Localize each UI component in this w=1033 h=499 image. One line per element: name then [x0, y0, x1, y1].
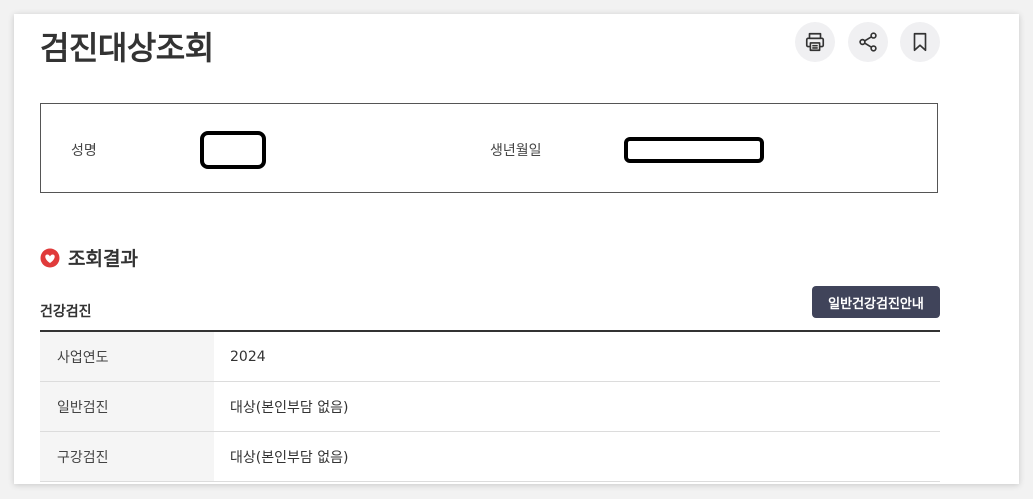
row-value-business-year: 2024 [230, 348, 266, 365]
table-row: 일반검진 대상(본인부담 없음) [40, 382, 940, 432]
row-header-general-checkup: 일반검진 [40, 382, 214, 431]
heart-badge-icon [40, 248, 60, 267]
name-value-redacted [200, 131, 266, 169]
result-table: 사업연도 2024 일반검진 대상(본인부담 없음) 구강검진 대상(본인부담 … [40, 330, 940, 482]
birthdate-value-redacted [624, 137, 764, 163]
bookmark-icon [913, 32, 927, 52]
print-button[interactable] [795, 22, 835, 62]
health-checkup-subtitle: 건강검진 [40, 304, 92, 320]
share-button[interactable] [848, 22, 888, 62]
row-value-general-checkup: 대상(본인부담 없음) [230, 399, 349, 416]
row-value-oral-checkup: 대상(본인부담 없음) [230, 449, 349, 466]
share-icon [859, 32, 877, 52]
row-header-business-year: 사업연도 [40, 332, 214, 381]
row-header-oral-checkup: 구강검진 [40, 432, 214, 481]
bookmark-button[interactable] [900, 22, 940, 62]
general-checkup-guide-button[interactable]: 일반건강검진안내 [812, 286, 940, 318]
birthdate-label: 생년월일 [490, 143, 542, 159]
table-row: 사업연도 2024 [40, 332, 940, 382]
name-label: 성명 [71, 143, 97, 159]
content-card: 검진대상조회 성명 생년월일 조회결과 건강검진 일반건강검진안내 사업연도 2… [14, 14, 1019, 484]
result-section-title: 조회결과 [68, 248, 138, 270]
result-section-header: 조회결과 [40, 244, 138, 271]
printer-icon [805, 32, 825, 52]
user-info-box: 성명 생년월일 [40, 103, 938, 193]
table-row: 구강검진 대상(본인부담 없음) [40, 432, 940, 482]
page-title: 검진대상조회 [40, 29, 214, 67]
